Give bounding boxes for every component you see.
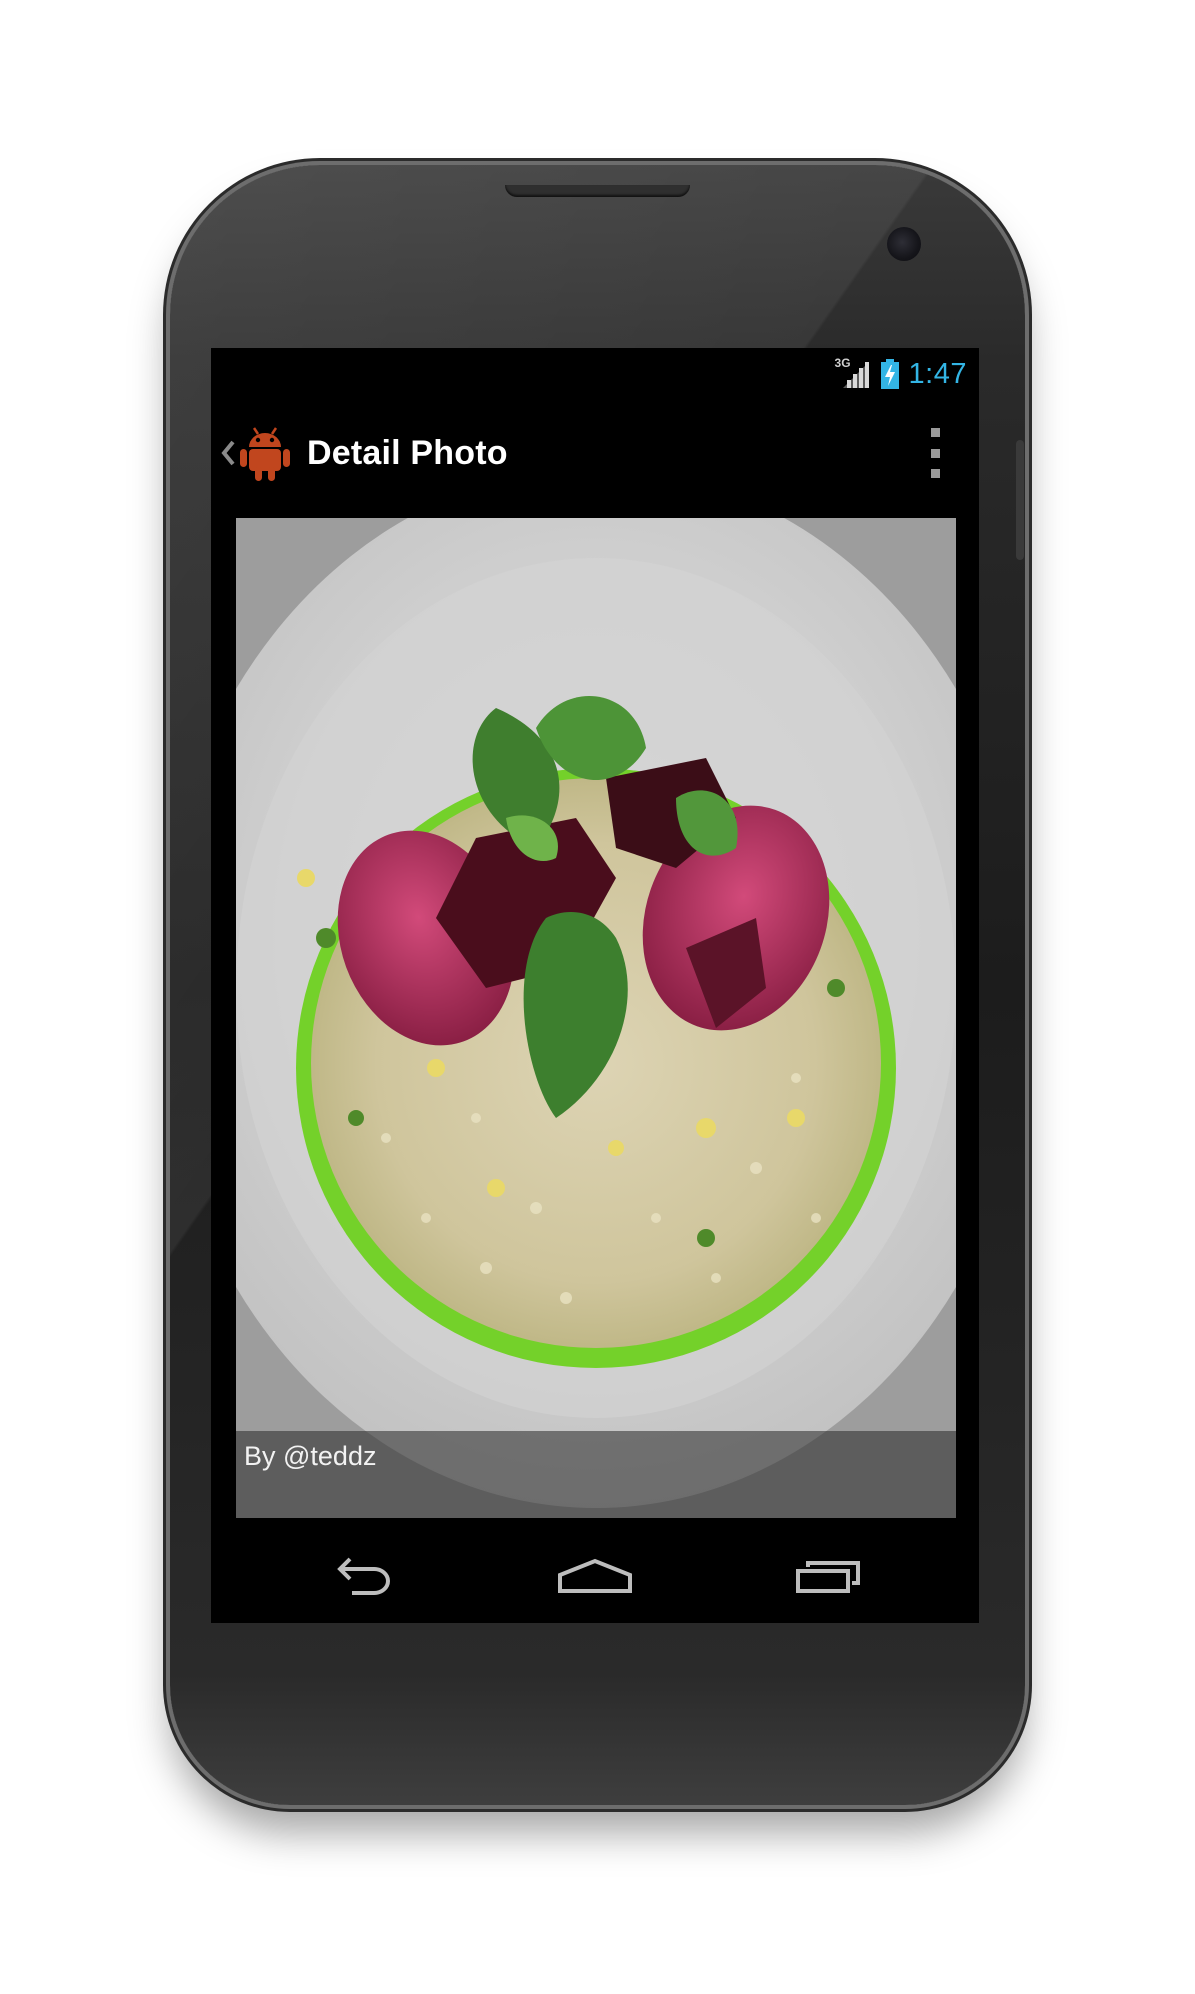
navigation-bar	[211, 1533, 979, 1623]
photo-caption: By @teddz	[244, 1441, 377, 1471]
photo-caption-bar: By @teddz	[236, 1431, 956, 1518]
page-title: Detail Photo	[307, 433, 508, 472]
status-icons: 3G 1:47	[835, 356, 967, 392]
home-icon[interactable]	[550, 1545, 640, 1605]
recent-apps-icon[interactable]	[786, 1545, 876, 1605]
signal-icon: 3G	[835, 356, 871, 388]
overflow-menu-icon[interactable]	[923, 428, 947, 478]
device-mockup: 3G 1:47 Detail Photo By @teddz	[0, 0, 1195, 1994]
screen: 3G 1:47 Detail Photo By @teddz	[211, 348, 979, 1623]
side-button	[1016, 440, 1024, 560]
back-icon[interactable]	[310, 1545, 400, 1605]
battery-charging-icon	[880, 359, 899, 389]
status-bar: 3G 1:47	[211, 348, 979, 398]
plated-risotto-photo	[236, 518, 956, 1518]
back-chevron-icon	[221, 440, 235, 466]
network-type-label: 3G	[834, 356, 851, 370]
detail-photo[interactable]: By @teddz	[236, 518, 956, 1518]
status-clock: 1:47	[908, 357, 967, 390]
action-bar: Detail Photo	[211, 398, 979, 508]
front-camera	[887, 227, 921, 261]
earpiece-speaker	[505, 185, 690, 197]
android-app-icon	[240, 427, 290, 481]
up-navigation-button[interactable]: Detail Photo	[211, 408, 541, 498]
